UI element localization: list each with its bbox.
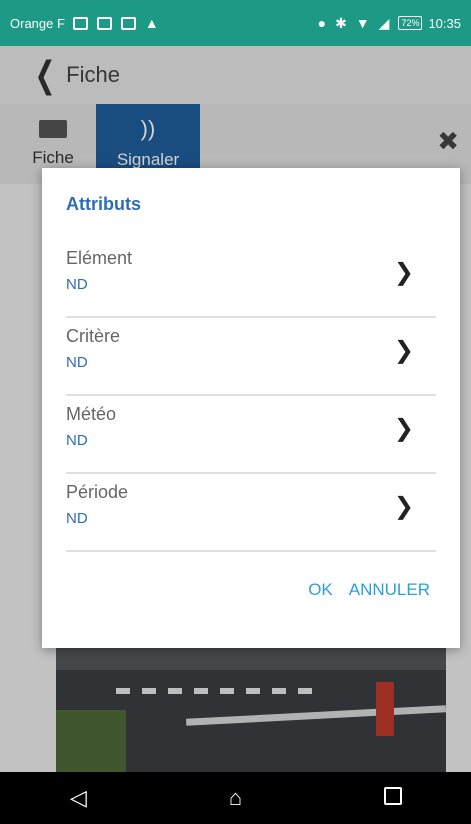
attribute-label: Période	[66, 482, 129, 502]
attributes-dialog: Attributs Elément ND ❯ Critère ND ❯ Mété…	[42, 168, 460, 648]
chevron-right-icon: ❯	[393, 415, 414, 442]
attribute-row-element[interactable]: Elément ND ❯	[66, 240, 436, 318]
back-nav-icon[interactable]: ◁	[49, 785, 109, 811]
attribute-value: ND	[66, 510, 88, 527]
facebook-icon	[96, 16, 112, 30]
carrier-label: Orange F	[10, 15, 65, 31]
navigation-bar: ◁ ⌂	[0, 772, 471, 824]
status-bar: Orange F ▲ ● ✱ ▼ ◢ 72% 10:35	[0, 0, 471, 46]
attribute-label: Elément	[66, 248, 133, 268]
recents-nav-icon[interactable]	[363, 785, 423, 811]
android-icon: ▲	[144, 15, 159, 31]
dialog-title: Attributs	[66, 194, 141, 214]
battery-indicator: 72%	[398, 16, 423, 30]
screen: Orange F ▲ ● ✱ ▼ ◢ 72% 10:35 ❮ Fiche Fic…	[0, 0, 471, 824]
cancel-button[interactable]: ANNULER	[349, 580, 430, 600]
chevron-right-icon: ❯	[393, 493, 414, 520]
gallery-icon	[120, 16, 136, 30]
wifi-icon: ▼	[355, 15, 370, 31]
location-icon: ●	[317, 15, 327, 31]
clock: 10:35	[428, 15, 461, 31]
chevron-right-icon: ❯	[393, 259, 414, 286]
attribute-row-periode[interactable]: Période ND ❯	[66, 474, 436, 552]
attribute-row-meteo[interactable]: Météo ND ❯	[66, 396, 436, 474]
attribute-label: Critère	[66, 326, 121, 346]
bluetooth-icon: ✱	[335, 14, 347, 31]
signal-strength-icon: ◢	[378, 14, 390, 31]
attribute-value: ND	[66, 354, 88, 371]
chevron-right-icon: ❯	[393, 337, 414, 364]
attribute-value: ND	[66, 276, 88, 293]
dialog-actions: OK ANNULER	[308, 580, 430, 600]
ok-button[interactable]: OK	[308, 580, 333, 600]
home-nav-icon[interactable]: ⌂	[206, 785, 266, 811]
message-icon	[72, 16, 88, 30]
attribute-value: ND	[66, 432, 88, 449]
attribute-row-critere[interactable]: Critère ND ❯	[66, 318, 436, 396]
attribute-label: Météo	[66, 404, 117, 424]
